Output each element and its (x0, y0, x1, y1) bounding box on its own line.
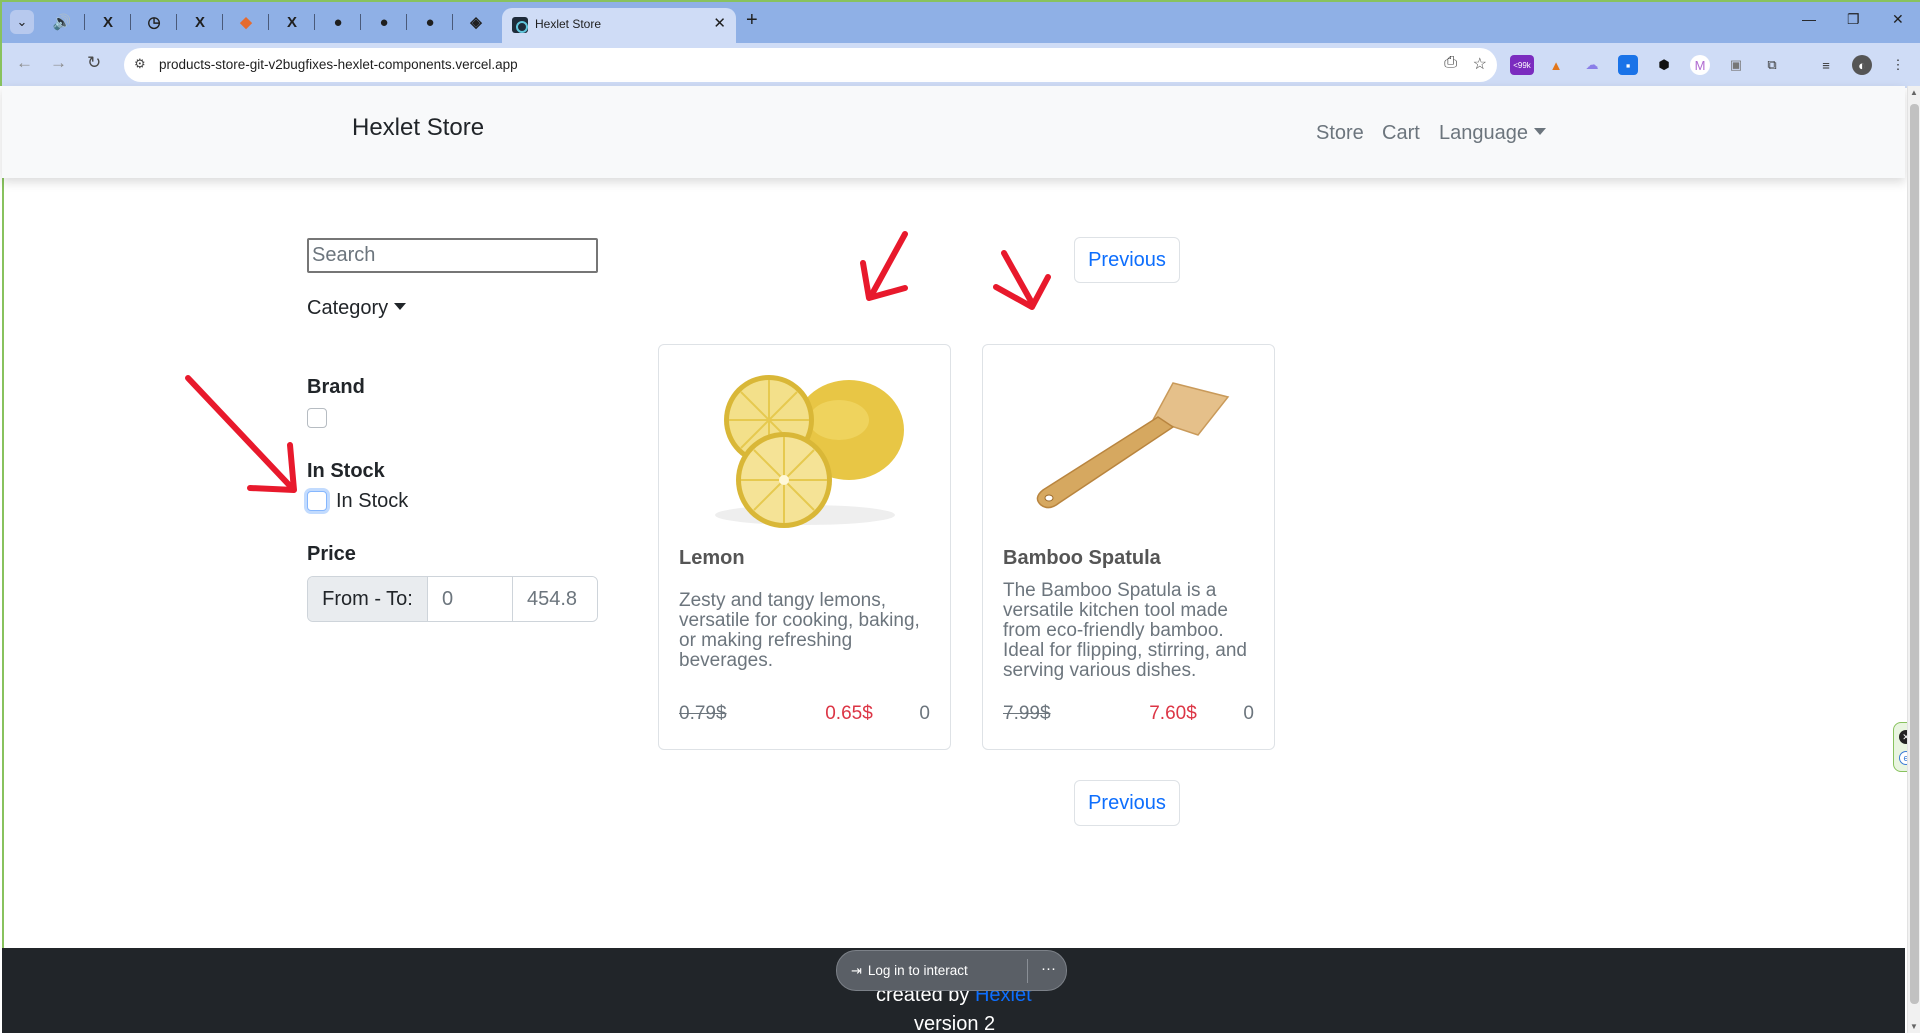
previous-page-button-bottom[interactable]: Previous (1074, 780, 1180, 826)
overlay-divider (1027, 959, 1028, 983)
footer-version: version 2 (914, 1013, 996, 1033)
lemon-image (715, 375, 904, 528)
browser-chrome: ⌄ 🔊 X ◷ X ◆ X ● ● ● ◈ Hexlet Store ✕ + —… (0, 0, 1920, 88)
minimize-icon[interactable]: — (1802, 11, 1816, 27)
tab-separator (314, 14, 315, 30)
pinned-tab-clock[interactable]: ◷ (141, 10, 167, 34)
window-close-icon[interactable]: ✕ (1892, 11, 1904, 28)
login-icon: ⇥ (851, 962, 862, 978)
brand-checkbox[interactable] (307, 408, 327, 428)
price-to-input[interactable] (513, 577, 597, 621)
install-app-icon[interactable]: ⎙ (1444, 54, 1457, 72)
tab-separator (84, 14, 85, 30)
spatula-image (1036, 382, 1230, 509)
browser-menu-icon[interactable]: ⋮ (1888, 55, 1908, 75)
pinned-tab-github[interactable]: ● (325, 10, 351, 34)
pinned-tab-hexagon[interactable]: ◈ (463, 10, 489, 34)
nav-language-label: Language (1439, 122, 1528, 144)
in-stock-checkbox-label[interactable]: In Stock (336, 490, 408, 513)
product-name[interactable]: Bamboo Spatula (1003, 547, 1161, 570)
product-old-price: 7.99$ (1003, 703, 1051, 724)
category-label: Category (307, 297, 389, 319)
price-range-addon: From - To: (308, 577, 428, 621)
product-sale-price: 0.65$ (825, 703, 873, 724)
reload-icon[interactable]: ↻ (87, 53, 101, 73)
stock-filter-heading: In Stock (307, 460, 385, 482)
metamask-extension-icon[interactable]: ▲ (1546, 55, 1566, 75)
site-navbar: Hexlet Store Store Cart Language (2, 86, 1905, 178)
product-count: 0 (1243, 703, 1254, 724)
product-name[interactable]: Lemon (679, 547, 745, 570)
nav-cart-link[interactable]: Cart (1382, 122, 1420, 145)
product-count: 0 (919, 703, 930, 724)
browser-toolbar: ← → ↻ ⚙ products-store-git-v2bugfixes-he… (2, 43, 1920, 88)
tab-separator (360, 14, 361, 30)
extension-badge-text: <99k (1513, 60, 1531, 70)
scroll-up-icon[interactable]: ▲ (1910, 88, 1918, 97)
reading-list-icon[interactable]: ≡ (1816, 55, 1836, 75)
extension-hexagon-icon[interactable]: ⬢ (1654, 55, 1674, 75)
tab-separator (268, 14, 269, 30)
pinned-tab-x[interactable]: X (187, 10, 213, 34)
product-description: Zesty and tangy lemons, versatile for co… (679, 590, 920, 671)
extension-badge-icon[interactable]: <99k (1510, 55, 1534, 75)
previous-page-button-top[interactable]: Previous (1074, 237, 1180, 283)
search-input[interactable] (307, 238, 598, 273)
tab-search-chevron-icon[interactable]: ⌄ (10, 10, 34, 34)
brand-filter-heading: Brand (307, 376, 365, 398)
pinned-tab-github[interactable]: ● (371, 10, 397, 34)
back-icon[interactable]: ← (16, 53, 33, 73)
tab-separator (176, 14, 177, 30)
address-bar[interactable]: ⚙ products-store-git-v2bugfixes-hexlet-c… (124, 48, 1497, 82)
restore-icon[interactable]: ❐ (1847, 11, 1860, 28)
product-description: The Bamboo Spatula is a versatile kitche… (1003, 580, 1247, 681)
brand-link[interactable]: Hexlet Store (352, 114, 484, 142)
profile-avatar-icon[interactable]: ◐ (1852, 55, 1872, 75)
pinned-tab-audio[interactable]: 🔊 (49, 10, 75, 34)
tab-separator (406, 14, 407, 30)
page-scrollbar[interactable]: ▲ ▼ (1907, 86, 1920, 1033)
scroll-down-icon[interactable]: ▼ (1910, 1022, 1918, 1031)
product-sale-price: 7.60$ (1149, 703, 1197, 724)
url-text[interactable]: products-store-git-v2bugfixes-hexlet-com… (159, 57, 518, 72)
caret-down-icon (394, 303, 407, 310)
forward-icon[interactable]: → (50, 53, 67, 73)
price-range-group: From - To: (307, 576, 598, 622)
pinned-tab-diamond[interactable]: ◆ (233, 10, 259, 34)
price-from-input[interactable] (428, 577, 513, 621)
site-info-icon[interactable]: ⚙ (134, 56, 150, 72)
extension-square-icon[interactable]: ▪ (1618, 55, 1638, 75)
extension-cloud-icon[interactable]: ☁ (1582, 55, 1602, 75)
tab-separator (130, 14, 131, 30)
login-label[interactable]: Log in to interact (868, 963, 968, 978)
in-stock-checkbox[interactable] (307, 491, 327, 511)
new-tab-icon[interactable]: + (746, 9, 758, 32)
page-body (2, 86, 1905, 1033)
caret-down-icon (1533, 128, 1546, 135)
login-overlay-bar[interactable]: ⇥ Log in to interact ··· (836, 950, 1067, 991)
scrollbar-thumb[interactable] (1910, 104, 1919, 1004)
pinned-tab-github[interactable]: ● (417, 10, 443, 34)
nav-language-dropdown[interactable]: Language (1439, 122, 1546, 145)
product-card[interactable]: Lemon Zesty and tangy lemons, versatile … (658, 344, 951, 750)
product-old-price: 0.79$ (679, 703, 727, 724)
close-tab-icon[interactable]: ✕ (713, 14, 726, 32)
tab-separator (452, 14, 453, 30)
extensions-menu-icon[interactable]: ⧉ (1762, 55, 1782, 75)
extension-m-icon[interactable]: M (1690, 55, 1710, 75)
pinned-tab-x[interactable]: X (279, 10, 305, 34)
tab-separator (222, 14, 223, 30)
product-card[interactable]: Bamboo Spatula The Bamboo Spatula is a v… (982, 344, 1275, 750)
extension-puzzle-icon[interactable]: ▣ (1726, 55, 1746, 75)
pinned-tab-x[interactable]: X (95, 10, 121, 34)
more-options-icon[interactable]: ··· (1041, 960, 1056, 977)
active-tab[interactable]: Hexlet Store ✕ (502, 8, 736, 43)
hexlet-favicon-icon (512, 17, 528, 33)
category-dropdown[interactable]: Category (307, 297, 407, 320)
bookmark-star-icon[interactable]: ☆ (1473, 54, 1487, 74)
nav-store-link[interactable]: Store (1316, 122, 1364, 145)
tab-title: Hexlet Store (535, 17, 602, 31)
price-filter-heading: Price (307, 543, 356, 565)
tab-strip: ⌄ 🔊 X ◷ X ◆ X ● ● ● ◈ Hexlet Store ✕ + —… (2, 2, 1920, 43)
